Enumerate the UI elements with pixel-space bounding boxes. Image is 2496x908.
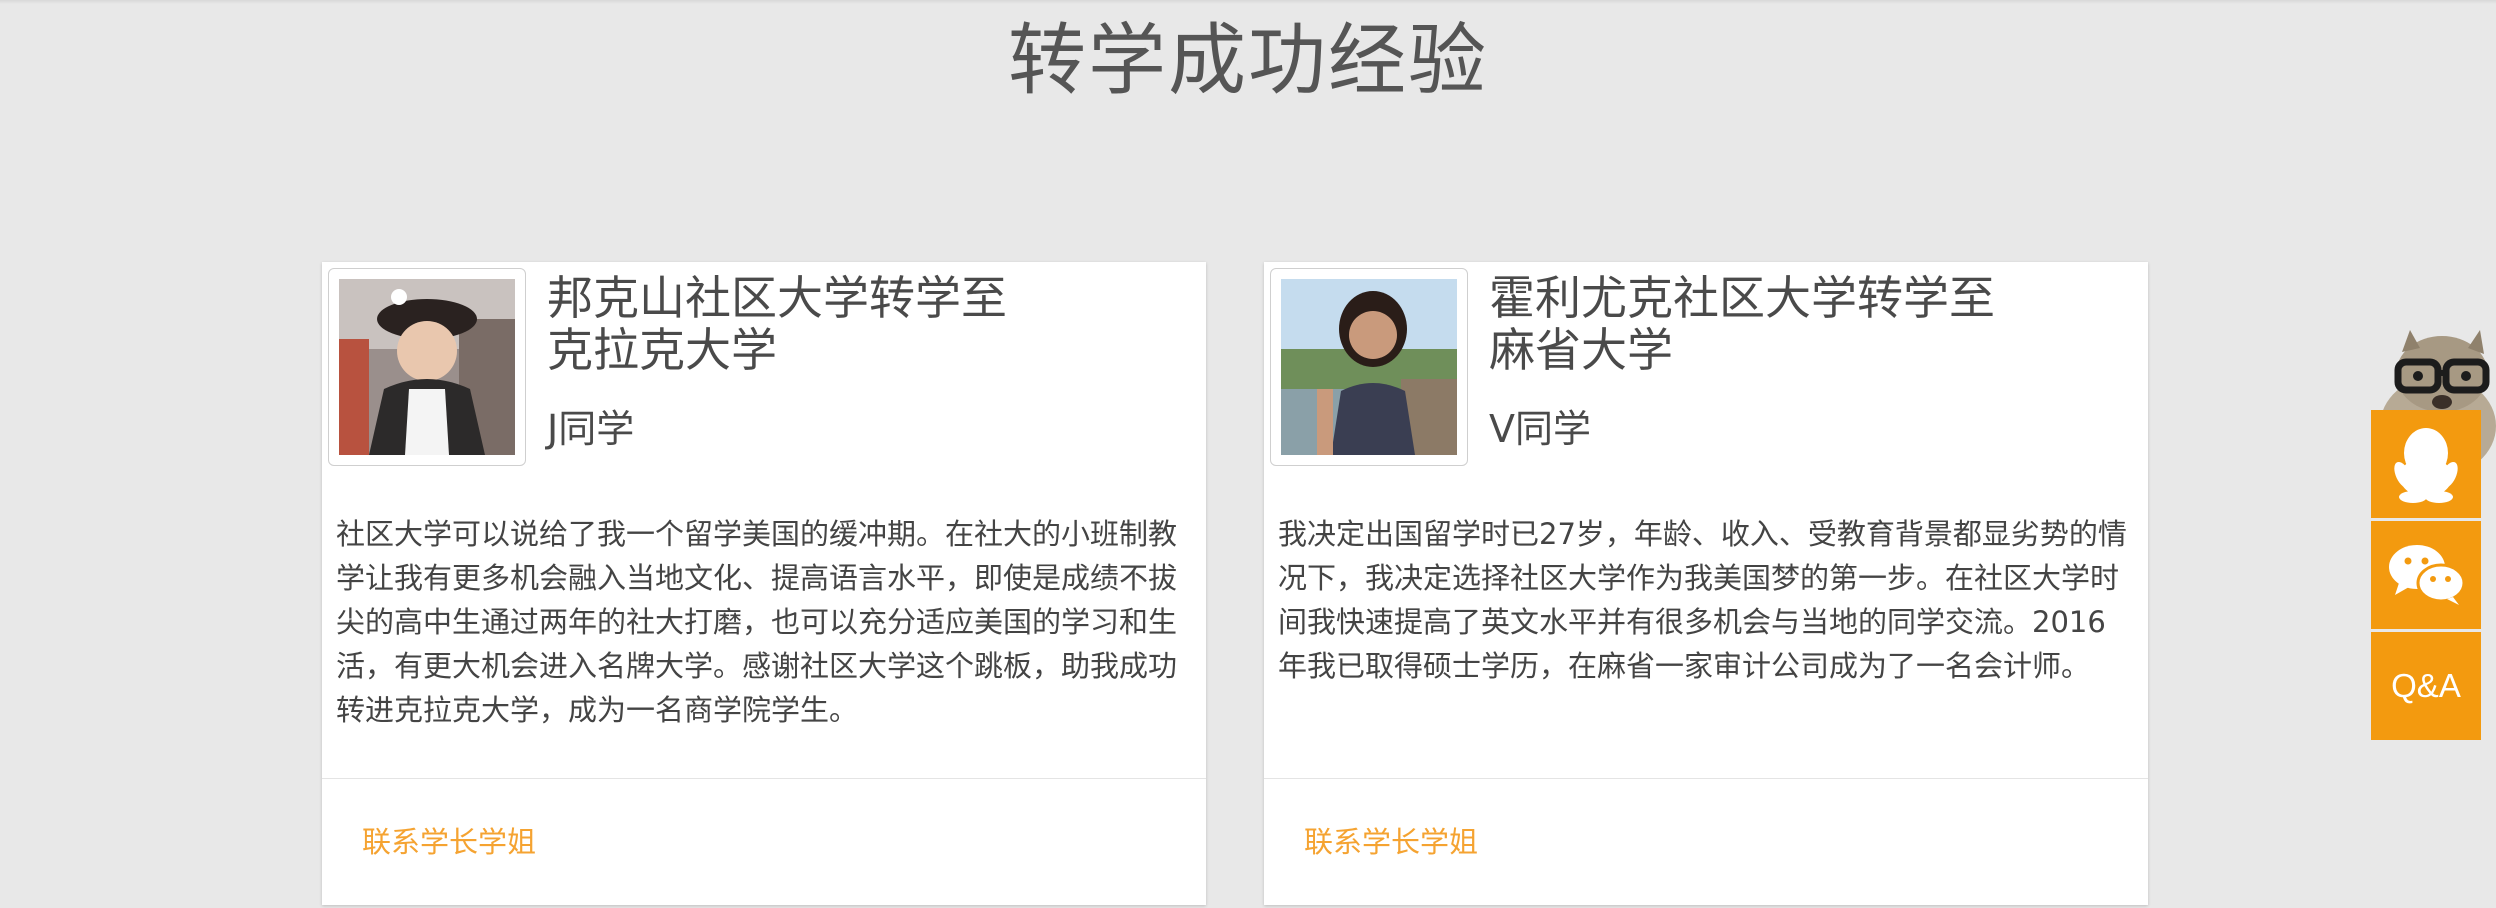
section-title: 转学成功经验 bbox=[1007, 16, 1488, 106]
card-divider bbox=[322, 778, 1206, 779]
student-avatar bbox=[328, 268, 526, 466]
wechat-button[interactable] bbox=[2371, 521, 2481, 629]
student-photo bbox=[339, 279, 515, 455]
student-name: V同学 bbox=[1489, 407, 1591, 451]
qq-button[interactable] bbox=[2371, 410, 2481, 518]
student-photo bbox=[1281, 279, 1457, 455]
top-edge bbox=[0, 0, 2496, 4]
card-divider bbox=[1264, 778, 2148, 779]
wechat-icon bbox=[2389, 545, 2465, 605]
contact-alumni-link[interactable]: 联系学长学姐 bbox=[1304, 822, 1478, 862]
transfer-route: 邦克山社区大学转学至 克拉克大学 bbox=[547, 272, 1187, 376]
school-line-1: 邦克山社区大学转学至 bbox=[547, 271, 1007, 325]
story-card-1: 邦克山社区大学转学至 克拉克大学 J同学 社区大学可以说给了我一个留学美国的缓冲… bbox=[322, 262, 1206, 905]
qa-button[interactable]: Q&A bbox=[2371, 632, 2481, 740]
student-name: J同学 bbox=[547, 407, 635, 451]
story-card-2: 霍利尤克社区大学转学至 麻省大学 V同学 我决定出国留学时已27岁，年龄、收入、… bbox=[1264, 262, 2148, 905]
school-line-1: 霍利尤克社区大学转学至 bbox=[1489, 271, 1995, 325]
transfer-route: 霍利尤克社区大学转学至 麻省大学 bbox=[1489, 272, 2129, 376]
school-line-2: 麻省大学 bbox=[1489, 323, 1673, 377]
school-line-2: 克拉克大学 bbox=[547, 323, 777, 377]
student-avatar bbox=[1270, 268, 1468, 466]
story-text: 社区大学可以说给了我一个留学美国的缓冲期。在社大的小班制教学让我有更多机会融入当… bbox=[336, 517, 1178, 727]
contact-alumni-link[interactable]: 联系学长学姐 bbox=[362, 822, 536, 862]
qq-penguin-icon bbox=[2394, 428, 2458, 503]
story-text: 我决定出国留学时已27岁，年龄、收入、受教育背景都显劣势的情况下，我决定选择社区… bbox=[1278, 517, 2127, 683]
